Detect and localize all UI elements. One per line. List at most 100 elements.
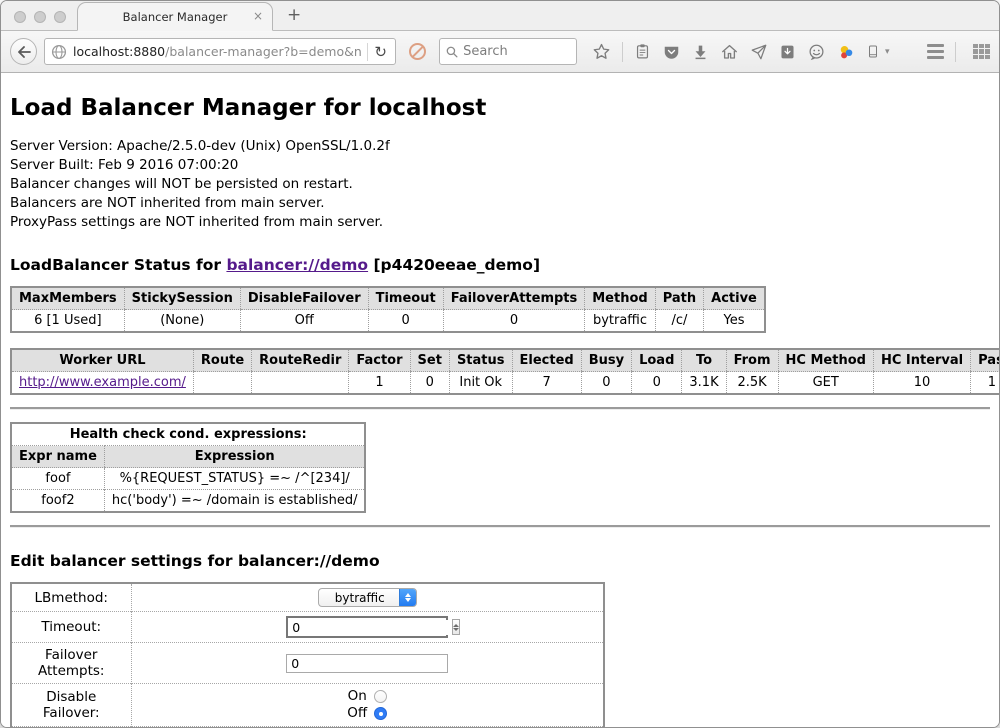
timeout-input-wrap [286, 616, 448, 638]
edit-settings-heading: Edit balancer settings for balancer://de… [10, 552, 990, 570]
failover-attempts-input[interactable] [286, 654, 448, 673]
url-divider [367, 43, 368, 61]
toolbar-divider-2 [955, 42, 956, 62]
col-route: Route [193, 349, 251, 372]
col-set: Set [410, 349, 449, 372]
table-header-row: MaxMembers StickySession DisableFailover… [11, 287, 765, 310]
radio-off-label: Off [347, 705, 367, 722]
col-to: To [682, 349, 726, 372]
divider [10, 407, 990, 410]
timeout-label: Timeout: [11, 612, 131, 643]
balancer-demo-link[interactable]: balancer://demo [226, 256, 368, 274]
bookmark-star-icon[interactable] [592, 42, 611, 61]
col-failoverattempts: FailoverAttempts [443, 287, 585, 310]
cell-to: 3.1K [682, 372, 726, 395]
cell-disablefailover: Off [240, 310, 368, 333]
status-heading-suffix: [p4420eeae_demo] [368, 256, 540, 274]
lbmethod-label: LBmethod: [11, 583, 131, 612]
cell-expression: hc('body') =~ /domain is established/ [104, 490, 365, 513]
failover-attempts-label: Failover Attempts: [11, 643, 131, 684]
grid-icon[interactable] [973, 44, 990, 59]
balancer-status-table: MaxMembers StickySession DisableFailover… [10, 286, 766, 333]
col-maxmembers: MaxMembers [11, 287, 124, 310]
timeout-row: Timeout: [11, 612, 604, 643]
lbmethod-select[interactable]: bytraffic [318, 588, 417, 607]
col-routeredir: RouteRedir [252, 349, 349, 372]
reading-list-icon[interactable] [634, 42, 651, 61]
new-tab-button[interactable]: + [287, 5, 301, 25]
send-tab-icon[interactable] [750, 43, 768, 61]
col-active: Active [704, 287, 765, 310]
cell-timeout: 0 [368, 310, 443, 333]
tab-title: Balancer Manager [123, 10, 228, 24]
col-busy: Busy [581, 349, 631, 372]
cell-elected: 7 [512, 372, 581, 395]
downloads-icon[interactable] [692, 43, 709, 61]
cell-routeredir [252, 372, 349, 395]
cell-expression: %{REQUEST_STATUS} =~ /^[234]/ [104, 468, 365, 490]
cell-expr-name: foof2 [11, 490, 104, 513]
content-blocked-icon[interactable] [409, 43, 426, 60]
page-title: Load Balancer Manager for localhost [10, 95, 990, 121]
cell-worker-url: http://www.example.com/ [11, 372, 193, 395]
lbmethod-row: LBmethod: bytraffic [11, 583, 604, 612]
zoom-window-button[interactable] [54, 11, 66, 23]
col-hc-interval: HC Interval [873, 349, 970, 372]
url-path: /balancer-manager?b=demo&nonce=decc37be-… [165, 44, 361, 59]
radio-on[interactable] [374, 690, 387, 703]
status-heading: LoadBalancer Status for balancer://demo … [10, 256, 990, 274]
device-caret-icon[interactable]: ▾ [885, 47, 890, 57]
home-icon[interactable] [720, 43, 739, 61]
table-header-row: Worker URL Route RouteRedir Factor Set S… [11, 349, 999, 372]
radio-off[interactable] [374, 707, 387, 720]
nav-toolbar: localhost:8880/balancer-manager?b=demo&n… [1, 31, 999, 73]
col-disablefailover: DisableFailover [240, 287, 368, 310]
search-input[interactable] [463, 44, 570, 59]
url-input[interactable]: localhost:8880/balancer-manager?b=demo&n… [73, 44, 361, 59]
cell-method: bytraffic [585, 310, 655, 333]
search-box[interactable] [439, 38, 577, 65]
tab-strip: Balancer Manager × + [1, 1, 999, 31]
tab-close-icon[interactable]: × [253, 9, 263, 23]
back-button[interactable] [10, 38, 37, 65]
table-header-row: Expr name Expression [11, 446, 365, 468]
table-row: 6 [1 Used] (None) Off 0 0 bytraffic /c/ … [11, 310, 765, 333]
chat-smiley-icon[interactable] [807, 43, 826, 61]
col-timeout: Timeout [368, 287, 443, 310]
server-version: Server Version: Apache/2.5.0-dev (Unix) … [10, 137, 990, 156]
number-stepper-icon[interactable] [452, 619, 460, 635]
menu-icon[interactable] [927, 44, 944, 59]
cell-hc-interval: 10 [873, 372, 970, 395]
col-from: From [726, 349, 778, 372]
col-stickysession: StickySession [124, 287, 240, 310]
window-controls[interactable] [14, 11, 66, 23]
cell-from: 2.5K [726, 372, 778, 395]
cell-stickysession: (None) [124, 310, 240, 333]
pocket-icon[interactable] [662, 43, 681, 61]
minimize-window-button[interactable] [34, 11, 46, 23]
health-title-row: Health check cond. expressions: [11, 423, 365, 446]
disable-failover-label: Disable Failover: [11, 684, 131, 727]
search-icon [446, 45, 458, 59]
device-sync-icon[interactable] [866, 42, 880, 61]
disable-failover-row: Disable Failover: On Off [11, 684, 604, 727]
timeout-input[interactable] [288, 620, 452, 635]
close-window-button[interactable] [14, 11, 26, 23]
worker-row: http://www.example.com/ 1 0 Init Ok 7 0 … [11, 372, 999, 395]
cell-maxmembers: 6 [1 Used] [11, 310, 124, 333]
cell-status: Init Ok [449, 372, 512, 395]
reload-icon[interactable]: ↻ [374, 43, 389, 61]
health-row: foof2 hc('body') =~ /domain is establish… [11, 490, 365, 513]
cell-expr-name: foof [11, 468, 104, 490]
url-bar[interactable]: localhost:8880/balancer-manager?b=demo&n… [44, 38, 396, 65]
colored-dots-icon[interactable] [837, 43, 855, 61]
cell-busy: 0 [581, 372, 631, 395]
worker-url-link[interactable]: http://www.example.com/ [19, 375, 186, 390]
globe-icon [51, 44, 67, 60]
edit-balancer-form: LBmethod: bytraffic Timeout: [10, 582, 605, 728]
col-path: Path [655, 287, 703, 310]
tab-balancer-manager[interactable]: Balancer Manager × [77, 2, 273, 31]
proxypass-note: ProxyPass settings are NOT inherited fro… [10, 213, 990, 232]
health-check-table: Health check cond. expressions: Expr nam… [10, 422, 366, 513]
save-page-icon[interactable] [779, 43, 796, 61]
